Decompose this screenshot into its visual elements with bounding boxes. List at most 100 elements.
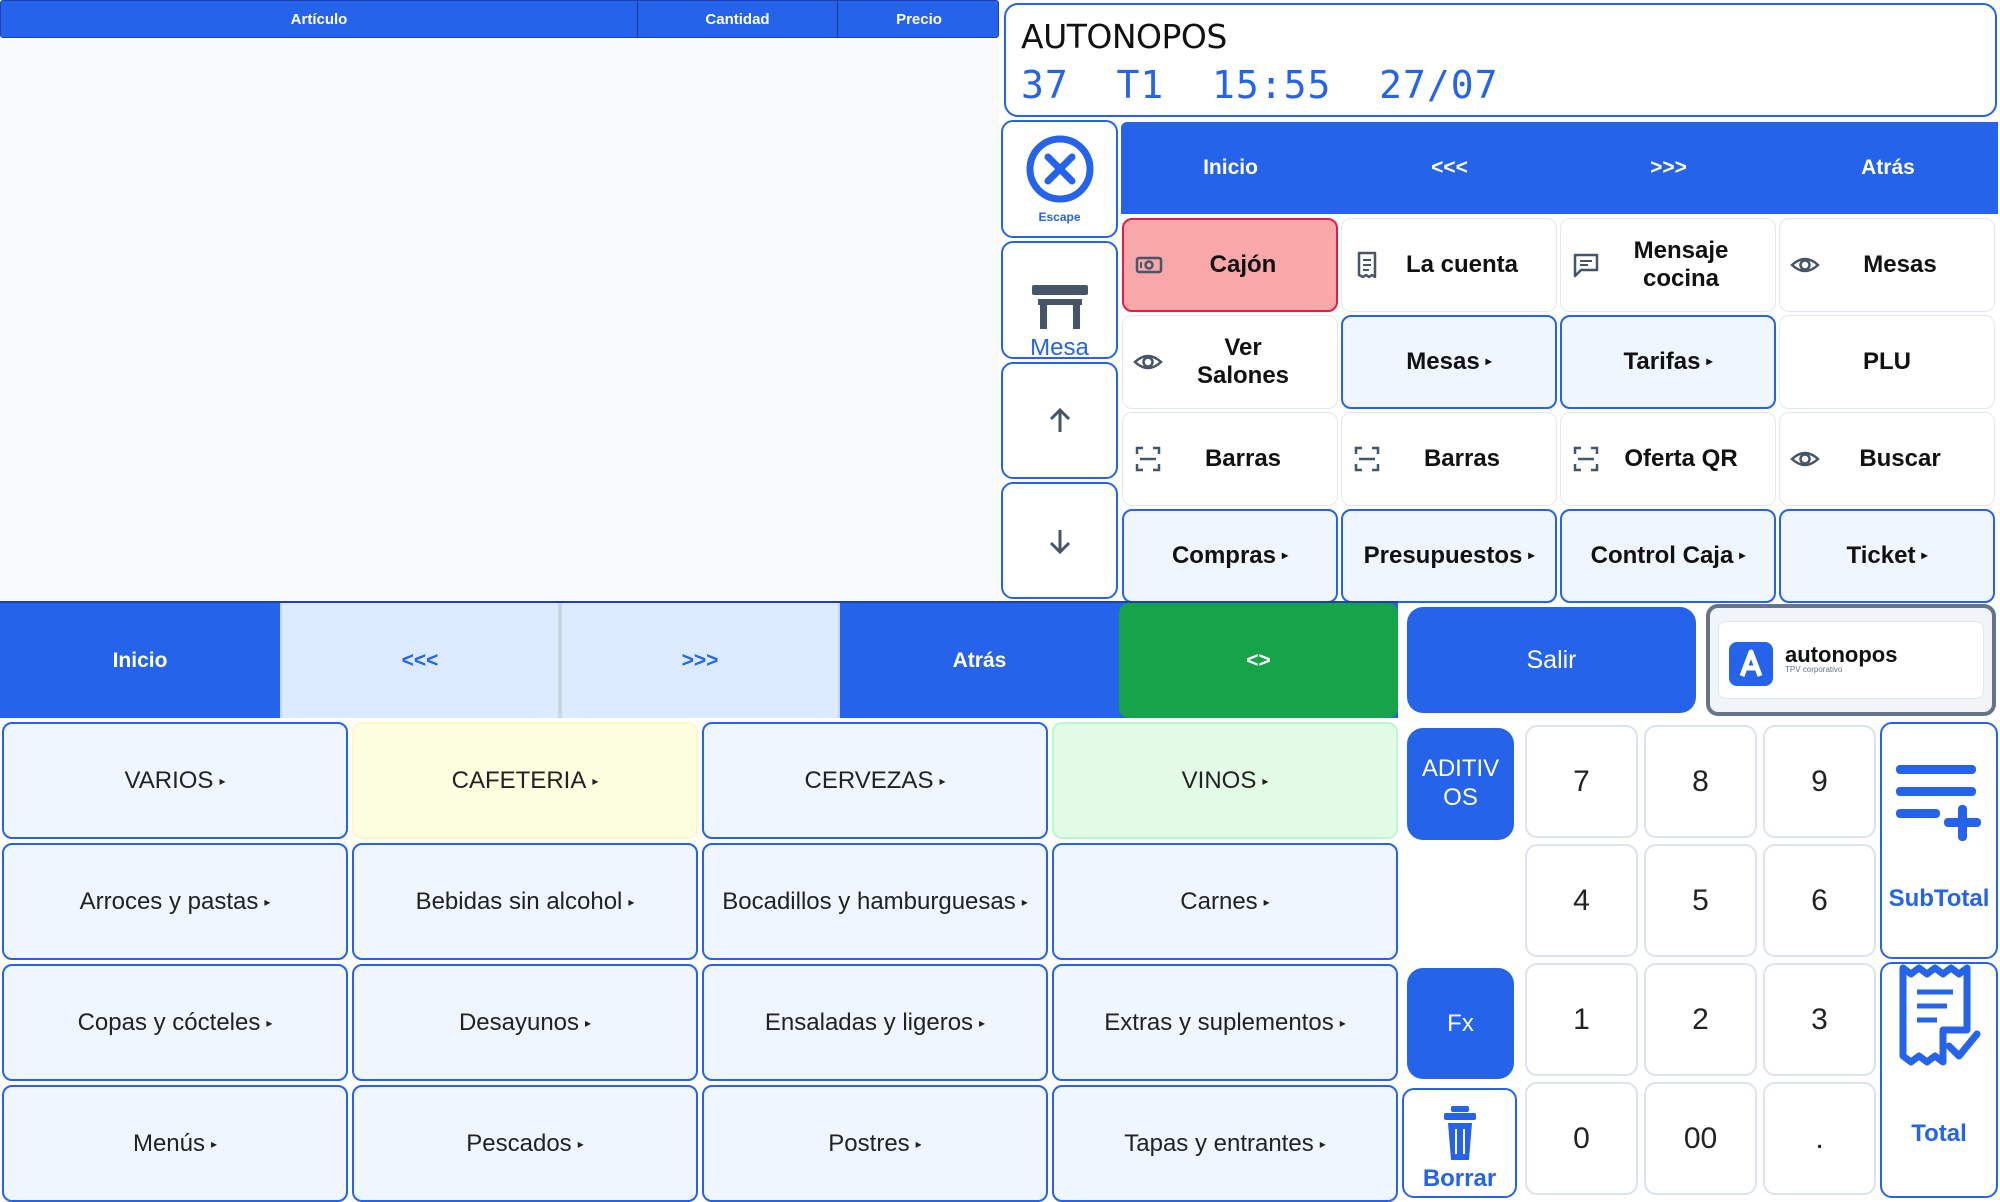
category-button-desayunos[interactable]: Desayunos ▸ — [352, 964, 698, 1081]
category-button-tapas-y-entrantes[interactable]: Tapas y entrantes ▸ — [1052, 1085, 1398, 1202]
function-button-plu[interactable]: PLU — [1779, 315, 1995, 409]
function-button-mesas[interactable]: Mesas ▸ — [1341, 315, 1557, 409]
function-label: Mesas — [1863, 251, 1937, 279]
category-button-cervezas[interactable]: CERVEZAS ▸ — [702, 722, 1048, 839]
key-6[interactable]: 6 — [1763, 844, 1876, 957]
nav-next[interactable]: >>> — [1559, 122, 1778, 214]
category-label: Postres — [828, 1129, 910, 1157]
close-circle-icon — [1026, 135, 1093, 203]
key-4[interactable]: 4 — [1525, 844, 1638, 957]
function-button-mesas[interactable]: Mesas — [1779, 218, 1995, 312]
display-info: 37 T1 15:55 27/07 — [1021, 63, 1499, 107]
submenu-arrow-icon: ▸ — [1339, 1015, 1346, 1030]
key-7[interactable]: 7 — [1525, 725, 1638, 838]
category-label: Menús — [132, 1129, 205, 1157]
eye-icon — [1790, 444, 1820, 474]
autonopos-logo-icon — [1729, 642, 1773, 686]
key-3[interactable]: 3 — [1763, 963, 1876, 1076]
category-button-vinos[interactable]: VINOS ▸ — [1052, 722, 1398, 839]
cat-nav-back[interactable]: Atrás — [840, 603, 1119, 718]
submenu-arrow-icon: ▸ — [1706, 354, 1713, 369]
brand-tagline: TPV corporativo — [1785, 665, 1843, 674]
function-button-compras[interactable]: Compras ▸ — [1122, 509, 1338, 603]
category-button-postres[interactable]: Postres ▸ — [702, 1085, 1048, 1202]
category-button-carnes[interactable]: Carnes ▸ — [1052, 843, 1398, 960]
borrar-button[interactable]: Borrar — [1402, 1088, 1517, 1198]
category-button-arroces-y-pastas[interactable]: Arroces y pastas ▸ — [2, 843, 348, 960]
subtotal-icon — [1896, 765, 1981, 841]
nav-back[interactable]: Atrás — [1778, 122, 1998, 214]
submenu-arrow-icon: ▸ — [211, 1136, 218, 1151]
function-button-ver-salones[interactable]: Ver Salones — [1122, 315, 1338, 409]
function-button-control-caja[interactable]: Control Caja ▸ — [1560, 509, 1776, 603]
cat-nav-next[interactable]: >>> — [560, 603, 840, 718]
function-button-barras[interactable]: Barras — [1341, 412, 1557, 506]
function-label: Mensaje cocina — [1633, 237, 1729, 292]
toggle-layout-button[interactable]: <> — [1119, 603, 1398, 718]
cat-nav-inicio[interactable]: Inicio — [0, 603, 280, 718]
fx-button[interactable]: Fx — [1407, 968, 1514, 1079]
salir-button[interactable]: Salir — [1407, 607, 1696, 713]
category-button-extras-y-suplementos[interactable]: Extras y suplementos ▸ — [1052, 964, 1398, 1081]
escape-label: Escape — [1038, 210, 1081, 224]
function-button-cajon[interactable]: Cajón — [1122, 218, 1338, 312]
function-label: Ver Salones — [1196, 334, 1290, 389]
aditivos-button[interactable]: ADITIV OS — [1407, 728, 1514, 840]
key-5[interactable]: 5 — [1644, 844, 1757, 957]
category-button-menus[interactable]: Menús ▸ — [2, 1085, 348, 1202]
function-label: Cajón — [1209, 251, 1277, 279]
borrar-label: Borrar — [1422, 1165, 1497, 1192]
submenu-arrow-icon: ▸ — [264, 894, 271, 909]
function-button-tarifas[interactable]: Tarifas ▸ — [1560, 315, 1776, 409]
category-label: CAFETERIA — [451, 766, 587, 794]
key-9[interactable]: 9 — [1763, 725, 1876, 838]
submenu-arrow-icon: ▸ — [585, 1015, 592, 1030]
key-1[interactable]: 1 — [1525, 963, 1638, 1076]
function-button-barras[interactable]: Barras — [1122, 412, 1338, 506]
category-label: Copas y cócteles — [77, 1008, 261, 1036]
category-button-cafeteria[interactable]: CAFETERIA ▸ — [352, 722, 698, 839]
brand-card: autonopos TPV corporativo — [1718, 621, 1984, 699]
scroll-down-button[interactable] — [1001, 482, 1118, 599]
category-button-varios[interactable]: VARIOS ▸ — [2, 722, 348, 839]
ticket-lines-area[interactable] — [0, 40, 999, 600]
function-label: Oferta QR — [1624, 445, 1738, 473]
key-8[interactable]: 8 — [1644, 725, 1757, 838]
function-button-ticket[interactable]: Ticket ▸ — [1779, 509, 1995, 603]
category-button-copas-y-cocteles[interactable]: Copas y cócteles ▸ — [2, 964, 348, 1081]
category-button-pescados[interactable]: Pescados ▸ — [352, 1085, 698, 1202]
function-label: Ticket — [1846, 542, 1916, 570]
key-00[interactable]: 00 — [1644, 1082, 1757, 1195]
submenu-arrow-icon: ▸ — [1282, 548, 1289, 563]
function-label: PLU — [1863, 348, 1911, 376]
function-button-la-cuenta[interactable]: La cuenta — [1341, 218, 1557, 312]
display-title: AUTONOPOS — [1021, 17, 1227, 56]
nav-prev[interactable]: <<< — [1340, 122, 1559, 214]
category-button-bebidas-sin-alcohol[interactable]: Bebidas sin alcohol ▸ — [352, 843, 698, 960]
nav-inicio[interactable]: Inicio — [1121, 122, 1340, 214]
total-button[interactable]: Total — [1880, 962, 1998, 1198]
total-label: Total — [1911, 1120, 1967, 1147]
mesa-button[interactable]: Mesa — [1001, 241, 1118, 359]
submenu-arrow-icon: ▸ — [266, 1015, 273, 1030]
scroll-up-button[interactable] — [1001, 362, 1118, 479]
key-decimal[interactable]: . — [1763, 1082, 1876, 1195]
function-button-presupuestos[interactable]: Presupuestos ▸ — [1341, 509, 1557, 603]
function-button-oferta-qr[interactable]: Oferta QR — [1560, 412, 1776, 506]
category-label: Bocadillos y hamburguesas — [722, 887, 1016, 915]
category-button-ensaladas-y-ligeros[interactable]: Ensaladas y ligeros ▸ — [702, 964, 1048, 1081]
subtotal-label: SubTotal — [1888, 885, 1990, 912]
submenu-arrow-icon: ▸ — [915, 1136, 922, 1151]
subtotal-button[interactable]: SubTotal — [1880, 722, 1998, 959]
category-label: VINOS — [1181, 766, 1257, 794]
function-label: La cuenta — [1405, 251, 1519, 279]
function-button-mensaje-cocina[interactable]: Mensaje cocina — [1560, 218, 1776, 312]
function-button-buscar[interactable]: Buscar — [1779, 412, 1995, 506]
function-nav-bar: Inicio <<< >>> Atrás — [1121, 122, 1998, 214]
category-button-bocadillos-y-hamburguesas[interactable]: Bocadillos y hamburguesas ▸ — [702, 843, 1048, 960]
escape-button[interactable]: Escape — [1001, 120, 1118, 238]
function-label: Compras — [1171, 542, 1276, 570]
cat-nav-prev[interactable]: <<< — [280, 603, 560, 718]
key-0[interactable]: 0 — [1525, 1082, 1638, 1195]
key-2[interactable]: 2 — [1644, 963, 1757, 1076]
